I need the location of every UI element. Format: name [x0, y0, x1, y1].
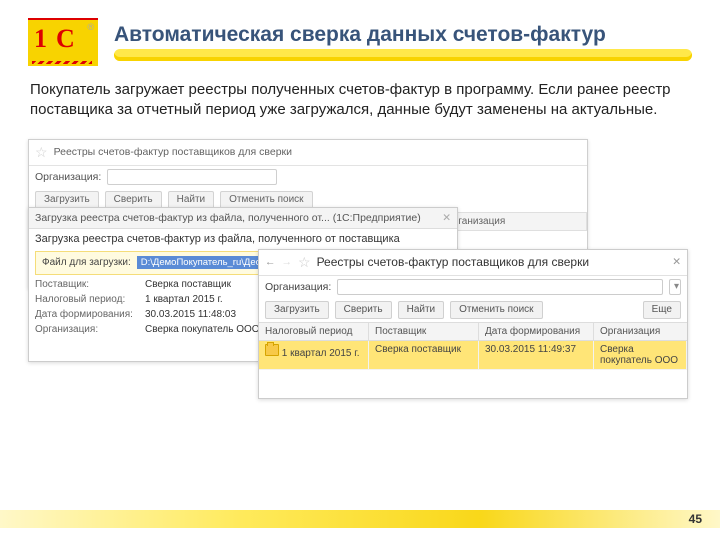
- footer-brush: [0, 510, 720, 528]
- dialog-close-icon[interactable]: ✕: [442, 212, 451, 224]
- screenshot-stage: ☆ Реестры счетов-фактур поставщиков для …: [28, 139, 692, 419]
- slide-body-text: Покупатель загружает реестры полученных …: [28, 80, 692, 121]
- org-dropdown-icon[interactable]: ▾: [669, 279, 681, 295]
- kv-date-k: Дата формирования:: [35, 309, 145, 320]
- star-icon: ☆: [298, 254, 311, 271]
- dialog-window-caption: Загрузка реестра счетов-фактур из файла,…: [35, 212, 421, 224]
- star-icon: ☆: [35, 144, 48, 161]
- kv-date-v: 30.03.2015 11:48:03: [145, 309, 236, 320]
- cell-date: 30.03.2015 11:49:37: [479, 341, 594, 370]
- col-date: Дата формирования: [479, 323, 594, 340]
- cell-supplier: Сверка поставщик: [369, 341, 479, 370]
- kv-org-k: Организация:: [35, 324, 145, 335]
- org-label: Организация:: [35, 171, 101, 183]
- kv-period-k: Налоговый период:: [35, 294, 145, 305]
- kv-supplier-v: Сверка поставщик: [145, 279, 231, 290]
- dialog-title: Загрузка реестра счетов-фактур из файла,…: [29, 229, 457, 249]
- table-row[interactable]: 1 квартал 2015 г. Сверка поставщик 30.03…: [259, 341, 687, 370]
- page-number: 45: [689, 512, 702, 526]
- title-underline: [114, 49, 692, 61]
- kv-period-v: 1 квартал 2015 г.: [145, 294, 223, 305]
- find-button[interactable]: Найти: [398, 301, 445, 319]
- col-org: Организация: [594, 323, 687, 340]
- fwd-arrow-icon[interactable]: →: [282, 256, 293, 268]
- org-label: Организация:: [265, 281, 331, 293]
- col-org: Организация: [439, 213, 587, 230]
- org-select[interactable]: [107, 169, 277, 185]
- file-label: Файл для загрузки:: [42, 257, 131, 268]
- more-button[interactable]: Еще: [643, 301, 681, 319]
- cancel-find-button[interactable]: Отменить поиск: [450, 301, 542, 319]
- slide-title: Автоматическая сверка данных счетов-факт…: [114, 23, 692, 47]
- logo-1c: 1C®: [28, 18, 98, 66]
- back-arrow-icon[interactable]: ←: [265, 256, 276, 268]
- col-supplier: Поставщик: [369, 323, 479, 340]
- folder-icon: [265, 344, 279, 356]
- col-period: Налоговый период: [259, 323, 369, 340]
- check-button[interactable]: Сверить: [335, 301, 392, 319]
- org-select[interactable]: [337, 279, 663, 295]
- back-window-title: Реестры счетов-фактур поставщиков для св…: [54, 146, 292, 158]
- load-button[interactable]: Загрузить: [265, 301, 329, 319]
- cell-org: Сверка покупатель ООО: [594, 341, 687, 370]
- front-window-title: Реестры счетов-фактур поставщиков для св…: [317, 255, 590, 269]
- cell-period: 1 квартал 2015 г.: [282, 348, 360, 359]
- kv-org-v: Сверка покупатель ООО: [145, 324, 260, 335]
- close-icon[interactable]: ✕: [672, 256, 681, 268]
- front-registry-window: ← → ☆ Реестры счетов-фактур поставщиков …: [258, 249, 688, 399]
- kv-supplier-k: Поставщик:: [35, 279, 145, 290]
